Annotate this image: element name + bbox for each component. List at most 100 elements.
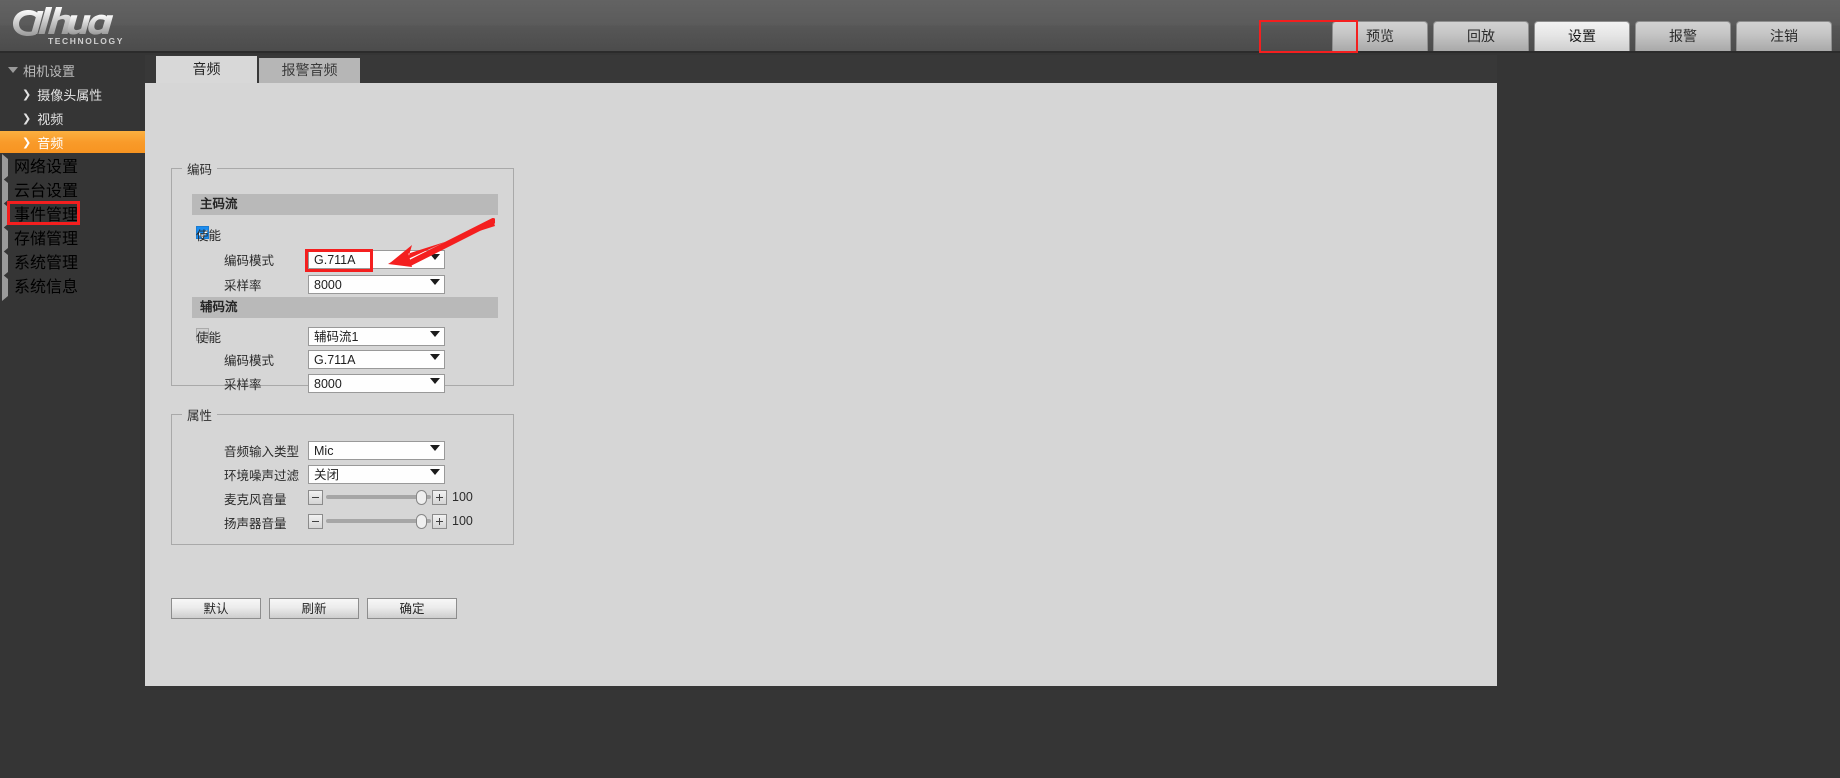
sidebar-group-header-ptz[interactable]: 云台设置: [0, 177, 145, 205]
audio-input-type-label: 音频输入类型: [224, 444, 300, 459]
main-stream-enable-label: 使能: [196, 228, 222, 243]
content-tabbar: 音频 报警音频: [145, 55, 1497, 83]
app-header: TECHNOLOGY 预览 回放 设置 报警 注销: [0, 0, 1840, 53]
sub-stream-mode-row: 编码模式 G.711A: [172, 349, 502, 369]
sidebar-group-header-events[interactable]: 事件管理: [0, 201, 145, 229]
sub-stream-samplerate-select[interactable]: 8000: [308, 373, 445, 393]
main-stream-mode-label: 编码模式: [224, 253, 275, 268]
chevron-down-icon: [430, 330, 440, 337]
refresh-button[interactable]: 刷新: [269, 598, 359, 619]
sidebar-group-label: 系统管理: [14, 255, 79, 272]
nav-tab-preview[interactable]: 预览: [1332, 21, 1428, 51]
sidebar-group-header-network[interactable]: 网络设置: [0, 153, 145, 181]
sub-stream-select[interactable]: 辅码流1: [308, 326, 445, 346]
dahua-logo: TECHNOLOGY: [12, 6, 212, 48]
speaker-volume-row: 扬声器音量 100: [172, 513, 502, 531]
chevron-right-icon: [2, 274, 8, 301]
mic-volume-row: 麦克风音量 100: [172, 489, 502, 507]
nav-tab-alarm[interactable]: 报警: [1635, 21, 1731, 51]
sub-stream-enable-row: 使能 辅码流1: [172, 326, 502, 346]
sidebar-group-label: 系统信息: [14, 279, 79, 296]
sidebar-item-audio[interactable]: ❯ 音频: [0, 131, 145, 153]
main-panel: 音频 报警音频 编码 主码流 使能 编码模式 G.711A 采样率 8000 辅…: [145, 55, 1497, 686]
sidebar-group-label: 存储管理: [14, 231, 79, 248]
sidebar-item-video[interactable]: ❯ 视频: [0, 107, 145, 129]
main-stream-samplerate-select[interactable]: 8000: [308, 274, 445, 294]
sub-stream-value: 辅码流1: [314, 329, 359, 344]
sidebar-group-label: 事件管理: [14, 207, 79, 224]
mic-volume-decrease-button[interactable]: [308, 490, 323, 505]
noise-filter-select[interactable]: 关闭: [308, 464, 445, 484]
sub-stream-mode-label: 编码模式: [224, 353, 275, 368]
speaker-volume-increase-button[interactable]: [432, 514, 447, 529]
main-stream-mode-select[interactable]: G.711A: [308, 249, 445, 269]
sidebar-group-header-sysinfo[interactable]: 系统信息: [0, 273, 145, 301]
default-button[interactable]: 默认: [171, 598, 261, 619]
main-stream-samplerate-label: 采样率: [224, 278, 262, 293]
tab-alarm-audio[interactable]: 报警音频: [259, 58, 360, 83]
encode-fieldset: 编码 主码流 使能 编码模式 G.711A 采样率 8000 辅码流 使能 辅码…: [171, 159, 514, 393]
sidebar-group-label: 云台设置: [14, 183, 79, 200]
sidebar-group-camera: 相机设置 ❯ 摄像头属性 ❯ 视频 ❯ 音频: [0, 59, 145, 153]
chevron-right-icon: ❯: [22, 135, 32, 149]
chevron-down-icon: [8, 67, 18, 73]
main-stream-mode-value: G.711A: [314, 252, 356, 267]
speaker-volume-decrease-button[interactable]: [308, 514, 323, 529]
attributes-fieldset: 属性 音频输入类型 Mic 环境噪声过滤 关闭 麦克风音量 100 扬声器音量 …: [171, 405, 514, 545]
speaker-volume-label: 扬声器音量: [224, 516, 287, 531]
sidebar-group-label: 网络设置: [14, 159, 79, 176]
sidebar-item-label: 音频: [37, 135, 64, 151]
confirm-button[interactable]: 确定: [367, 598, 457, 619]
chevron-down-icon: [430, 377, 440, 384]
sub-stream-samplerate-row: 采样率 8000: [172, 373, 502, 393]
chevron-right-icon: ❯: [22, 111, 32, 125]
sub-stream-samplerate-value: 8000: [314, 376, 342, 391]
noise-filter-label: 环境噪声过滤: [224, 468, 300, 483]
chevron-down-icon: [430, 253, 440, 260]
mic-volume-value: 100: [452, 490, 473, 504]
speaker-volume-value: 100: [452, 514, 473, 528]
sidebar-group-header-storage[interactable]: 存储管理: [0, 225, 145, 253]
sub-stream-enable-label: 使能: [196, 330, 222, 345]
sub-stream-header: 辅码流: [192, 297, 498, 318]
sub-stream-mode-value: G.711A: [314, 352, 356, 367]
nav-tab-settings[interactable]: 设置: [1534, 21, 1630, 51]
nav-tab-logout[interactable]: 注销: [1736, 21, 1832, 51]
speaker-volume-knob[interactable]: [416, 514, 427, 529]
action-button-bar: 默认 刷新 确定: [171, 598, 457, 619]
sidebar-group-header-camera[interactable]: 相机设置: [0, 59, 145, 81]
mic-volume-label: 麦克风音量: [224, 492, 287, 507]
tab-audio[interactable]: 音频: [156, 56, 257, 83]
noise-filter-value: 关闭: [314, 467, 340, 482]
speaker-volume-slider[interactable]: 100: [308, 513, 498, 530]
main-stream-header: 主码流: [192, 194, 498, 215]
mic-volume-slider[interactable]: 100: [308, 489, 498, 506]
chevron-down-icon: [430, 353, 440, 360]
noise-filter-row: 环境噪声过滤 关闭: [172, 464, 502, 484]
svg-text:TECHNOLOGY: TECHNOLOGY: [48, 36, 124, 46]
top-nav: 预览 回放 设置 报警 注销: [1332, 21, 1832, 51]
chevron-down-icon: [430, 278, 440, 285]
sub-stream-mode-select[interactable]: G.711A: [308, 349, 445, 369]
chevron-right-icon: ❯: [22, 87, 32, 101]
mic-volume-knob[interactable]: [416, 490, 427, 505]
sub-stream-samplerate-label: 采样率: [224, 377, 262, 392]
audio-input-type-select[interactable]: Mic: [308, 440, 445, 460]
main-stream-samplerate-row: 采样率 8000: [172, 274, 502, 294]
attributes-legend: 属性: [187, 409, 213, 423]
chevron-down-icon: [430, 468, 440, 475]
encode-legend: 编码: [187, 163, 213, 177]
audio-input-type-row: 音频输入类型 Mic: [172, 440, 502, 460]
sidebar: 相机设置 ❯ 摄像头属性 ❯ 视频 ❯ 音频 网络设置 云台设置 事件管理 存储…: [0, 55, 145, 778]
nav-tab-playback[interactable]: 回放: [1433, 21, 1529, 51]
main-stream-samplerate-value: 8000: [314, 277, 342, 292]
panel-body: 编码 主码流 使能 编码模式 G.711A 采样率 8000 辅码流 使能 辅码…: [145, 83, 1497, 686]
main-stream-mode-row: 编码模式 G.711A: [172, 249, 502, 269]
sidebar-item-camera-properties[interactable]: ❯ 摄像头属性: [0, 83, 145, 105]
mic-volume-increase-button[interactable]: [432, 490, 447, 505]
main-stream-enable-row: 使能: [172, 224, 502, 244]
audio-input-type-value: Mic: [314, 443, 334, 458]
sidebar-item-label: 视频: [37, 111, 64, 127]
sidebar-group-label: 相机设置: [23, 63, 76, 79]
sidebar-group-header-system[interactable]: 系统管理: [0, 249, 145, 277]
